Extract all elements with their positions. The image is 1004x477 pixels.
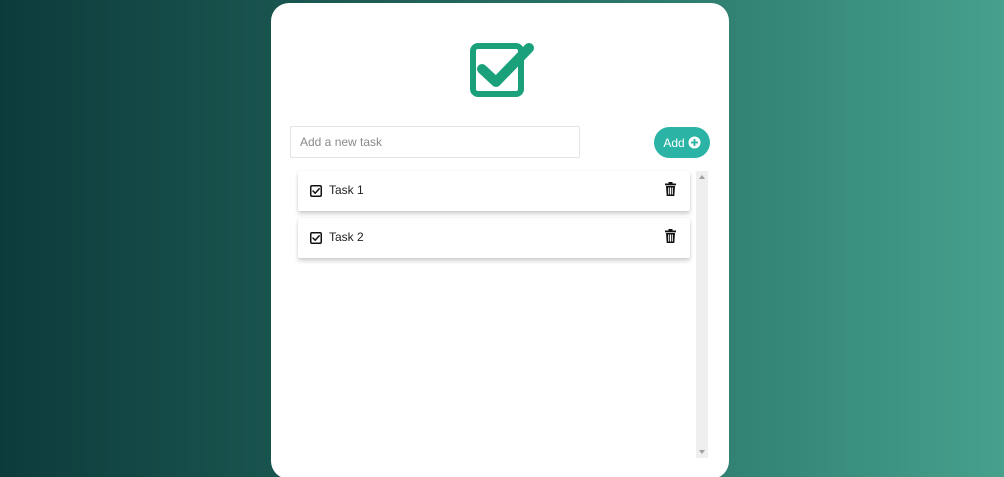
task-label: Task 2	[329, 230, 364, 244]
task-list: Task 1 Task 2	[298, 171, 690, 458]
task-label: Task 1	[329, 183, 364, 197]
task-item[interactable]: Task 1	[298, 171, 690, 211]
check-square-icon[interactable]	[310, 185, 322, 197]
task-list-container: Task 1 Task 2	[298, 171, 710, 458]
add-task-button[interactable]: Add	[654, 127, 710, 158]
scroll-down-arrow-icon[interactable]	[696, 446, 708, 458]
trash-icon[interactable]	[665, 229, 676, 243]
todo-card: Add Task 1	[271, 3, 729, 477]
new-task-input[interactable]	[290, 126, 580, 158]
task-list-scrollbar[interactable]	[696, 171, 708, 458]
add-button-label: Add	[663, 135, 685, 150]
task-item[interactable]: Task 2	[298, 218, 690, 258]
scroll-up-arrow-icon[interactable]	[696, 171, 708, 183]
check-square-icon[interactable]	[310, 232, 322, 244]
plus-circle-icon	[688, 136, 701, 149]
check-square-icon	[470, 43, 534, 97]
trash-icon[interactable]	[665, 182, 676, 196]
